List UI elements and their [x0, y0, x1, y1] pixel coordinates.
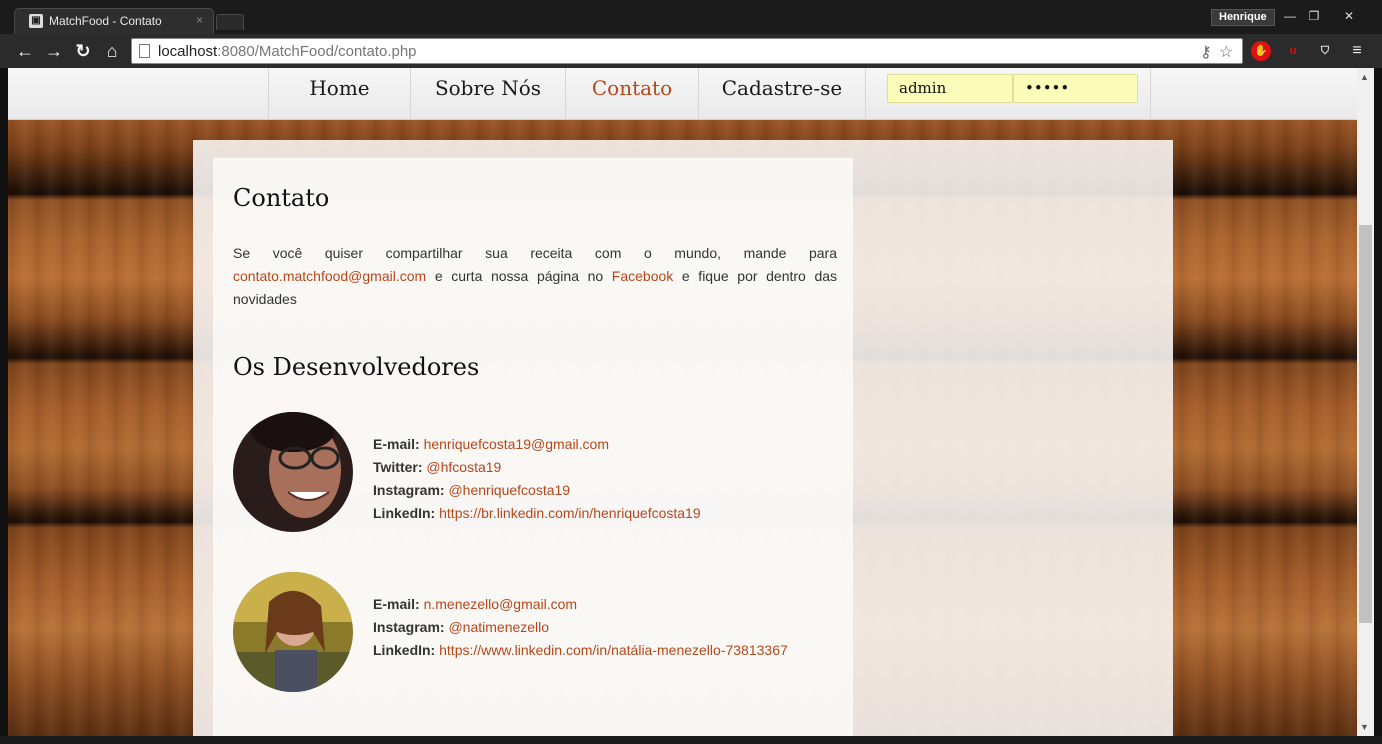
dev-email-row: E-mail: henriquefcosta19@gmail.com [373, 436, 609, 452]
key-icon[interactable]: ⚷ [1200, 42, 1212, 62]
tab-close-icon[interactable]: × [196, 13, 203, 27]
browser-tab[interactable]: ▣ MatchFood - Contato × [14, 8, 214, 34]
nav-sobre-nos[interactable]: Sobre Nós [410, 68, 565, 120]
url-text[interactable]: localhost:8080/MatchFood/contato.php [158, 43, 417, 60]
developer-info: E-mail: n.menezello@gmail.com Instagram:… [373, 593, 788, 662]
page-icon [139, 44, 150, 58]
developer-info: E-mail: henriquefcosta19@gmail.com Twitt… [373, 433, 701, 525]
developer-avatar [233, 412, 353, 532]
developer-photo-natalia [233, 572, 353, 692]
login-area: admin ••••• [865, 68, 1151, 120]
vertical-scrollbar[interactable]: ▲ ▼ [1357, 68, 1374, 736]
page-viewport: Home Sobre Nós Contato Cadastre-se admin… [8, 68, 1357, 736]
profile-button[interactable]: Henrique [1211, 9, 1275, 26]
dev-instagram-row: Instagram: @henriquefcosta19 [373, 482, 571, 498]
menu-icon[interactable]: ≡ [1347, 41, 1367, 61]
dev-instagram-link[interactable]: @henriquefcosta19 [448, 482, 570, 498]
scroll-down-arrow-icon[interactable]: ▼ [1360, 722, 1369, 732]
dev-instagram-link[interactable]: @natimenezello [448, 619, 549, 635]
contact-email-link[interactable]: contato.matchfood@gmail.com [233, 268, 426, 284]
minimize-icon[interactable]: — [1279, 8, 1301, 24]
site-navbar: Home Sobre Nós Contato Cadastre-se admin… [8, 68, 1357, 120]
dev-email-link[interactable]: n.menezello@gmail.com [424, 596, 578, 612]
dev-twitter-link[interactable]: @hfcosta19 [426, 459, 501, 475]
close-window-icon[interactable]: ✕ [1338, 8, 1360, 24]
nav-cadastre-se[interactable]: Cadastre-se [698, 68, 865, 120]
home-icon[interactable]: ⌂ [101, 40, 123, 62]
facebook-link[interactable]: Facebook [612, 268, 673, 284]
taskbar [0, 736, 1382, 744]
developer-photo-henrique [233, 412, 353, 532]
browser-toolbar: ← → ↻ ⌂ localhost:8080/MatchFood/contato… [0, 34, 1382, 68]
restore-icon[interactable]: ❐ [1303, 8, 1325, 24]
contato-title: Contato [233, 184, 330, 212]
content-card: Contato Se você quiser compartilhar sua … [213, 158, 853, 736]
dev-twitter-row: Twitter: @hfcosta19 [373, 459, 502, 475]
dev-email-row: E-mail: n.menezello@gmail.com [373, 596, 578, 612]
dev-linkedin-row: LinkedIn: https://br.linkedin.com/in/hen… [373, 505, 701, 521]
nav-home[interactable]: Home [268, 68, 410, 120]
scroll-up-arrow-icon[interactable]: ▲ [1360, 72, 1369, 82]
dev-email-link[interactable]: henriquefcosta19@gmail.com [424, 436, 609, 452]
dev-instagram-row: Instagram: @natimenezello [373, 619, 550, 635]
address-bar[interactable]: localhost:8080/MatchFood/contato.php ⚷ ☆ [131, 38, 1243, 64]
developers-title: Os Desenvolvedores [233, 353, 480, 381]
dev-linkedin-link[interactable]: https://br.linkedin.com/in/henriquefcost… [439, 505, 701, 521]
username-field[interactable]: admin [887, 74, 1013, 103]
shield-icon[interactable]: ⛉ [1315, 41, 1335, 61]
contato-text-1: Se você quiser compartilhar sua receita … [233, 245, 837, 261]
tab-title: MatchFood - Contato [49, 14, 162, 28]
developer-avatar [233, 572, 353, 692]
forward-arrow-icon[interactable]: → [43, 40, 65, 62]
back-arrow-icon[interactable]: ← [14, 40, 36, 62]
favicon-icon: ▣ [29, 14, 43, 28]
dev-linkedin-row: LinkedIn: https://www.linkedin.com/in/na… [373, 642, 788, 658]
contato-paragraph: Se você quiser compartilhar sua receita … [233, 242, 837, 311]
content-panel: Contato Se você quiser compartilhar sua … [193, 140, 1173, 736]
adblock-icon[interactable]: ✋ [1251, 41, 1271, 61]
nav-contato[interactable]: Contato [565, 68, 698, 120]
contato-text-2: e curta nossa página no [434, 268, 604, 284]
reload-icon[interactable]: ↻ [72, 40, 94, 62]
bookmark-star-icon[interactable]: ☆ [1219, 42, 1233, 62]
dev-linkedin-link[interactable]: https://www.linkedin.com/in/natália-mene… [439, 642, 788, 658]
scroll-thumb[interactable] [1359, 225, 1372, 623]
browser-titlebar: ▣ MatchFood - Contato × Henrique — ❐ ✕ [0, 0, 1382, 34]
extension-icon[interactable]: u [1283, 41, 1303, 61]
new-tab-button[interactable] [216, 14, 244, 30]
password-field[interactable]: ••••• [1013, 74, 1138, 103]
